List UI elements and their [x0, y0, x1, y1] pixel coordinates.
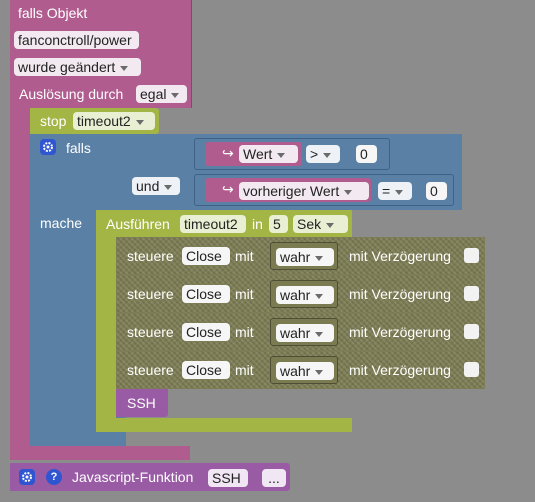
boolean-value: wahr: [280, 287, 311, 303]
variable-value-2: vorheriger Wert: [243, 183, 340, 199]
timeout-name-field[interactable]: timeout2: [180, 215, 246, 233]
chevron-down-icon: [171, 92, 180, 98]
delay-checkbox[interactable]: [464, 324, 479, 339]
number-input-2[interactable]: 0: [426, 182, 447, 200]
compare-operator-value-1: >: [310, 146, 319, 162]
variable-dropdown-2[interactable]: vorheriger Wert: [239, 182, 369, 200]
timeout-unit-value: Sek: [297, 216, 322, 232]
control-target-value: Close: [186, 286, 222, 302]
chevron-down-icon: [120, 65, 129, 71]
control-mit-label: mit: [235, 324, 254, 340]
timeout-unit-dropdown[interactable]: Sek: [293, 215, 348, 233]
timeout-label: Ausführen: [106, 216, 170, 232]
stop-timer-dropdown[interactable]: timeout2: [73, 112, 155, 130]
compare-operator-dropdown-2[interactable]: =: [378, 182, 412, 200]
timeout-delay-input[interactable]: 5: [269, 215, 288, 233]
boolean-dropdown[interactable]: wahr: [276, 248, 334, 266]
control-target-field[interactable]: Close: [182, 323, 230, 341]
compare-operator-dropdown-1[interactable]: >: [306, 145, 340, 163]
trigger-type-value: egal: [140, 86, 167, 102]
number-input-1[interactable]: 0: [356, 145, 377, 163]
boolean-value: wahr: [280, 363, 311, 379]
trigger-type-label: Auslösung durch: [19, 86, 124, 102]
js-function-name-field[interactable]: SSH: [208, 469, 248, 487]
chevron-down-icon: [315, 293, 324, 299]
if-mache-label: mache: [40, 215, 83, 231]
boolean-dropdown[interactable]: wahr: [276, 362, 334, 380]
gear-icon[interactable]: [40, 139, 56, 155]
chevron-down-icon: [344, 189, 353, 195]
control-mit-label: mit: [235, 286, 254, 302]
chevron-down-icon: [315, 369, 324, 375]
logic-operator-dropdown[interactable]: und: [132, 177, 180, 195]
boolean-value: wahr: [280, 325, 311, 341]
control-mit-label: mit: [235, 362, 254, 378]
control-target-value: Close: [186, 248, 222, 264]
chevron-down-icon: [315, 255, 324, 261]
trigger-block-side: [10, 100, 30, 460]
delay-label: mit Verzögerung: [349, 362, 451, 378]
event-dropdown[interactable]: wurde geändert: [14, 58, 141, 76]
control-steuere-label: steuere: [127, 286, 174, 302]
variable-value-1: Wert: [243, 146, 273, 162]
object-id-field[interactable]: fanconctroll/power: [14, 31, 139, 49]
variable-dropdown-1[interactable]: Wert: [239, 145, 298, 163]
delay-label: mit Verzögerung: [349, 248, 451, 264]
stop-label: stop: [40, 113, 67, 129]
stop-timer-value: timeout2: [77, 113, 131, 129]
trigger-label: falls Objekt: [18, 5, 88, 21]
object-id-value: fanconctroll/power: [18, 32, 132, 48]
control-target-field[interactable]: Close: [182, 285, 230, 303]
timeout-block-bottom: [96, 418, 352, 432]
boolean-value: wahr: [280, 249, 311, 265]
event-value: wurde geändert: [18, 59, 116, 75]
chevron-down-icon: [315, 331, 324, 337]
number-value-2: 0: [430, 183, 438, 199]
control-target-field[interactable]: Close: [182, 247, 230, 265]
js-function-name-value: SSH: [212, 470, 241, 486]
delay-checkbox[interactable]: [464, 362, 479, 377]
timeout-name-value: timeout2: [184, 216, 238, 232]
js-function-more-button[interactable]: ...: [262, 469, 286, 487]
logic-operator-value: und: [136, 178, 160, 194]
delay-label: mit Verzögerung: [349, 286, 451, 302]
return-arrow-icon: ↪: [222, 181, 234, 197]
delay-checkbox[interactable]: [464, 248, 479, 263]
help-icon[interactable]: ?: [46, 469, 62, 485]
js-function-label: Javascript-Funktion: [72, 469, 194, 485]
timeout-in-label: in: [252, 216, 263, 232]
delay-label: mit Verzögerung: [349, 324, 451, 340]
control-target-field[interactable]: Close: [182, 361, 230, 379]
boolean-dropdown[interactable]: wahr: [276, 324, 334, 342]
js-function-more-value: ...: [268, 470, 280, 486]
timeout-delay-value: 5: [273, 216, 281, 232]
control-target-value: Close: [186, 362, 222, 378]
if-falls-label: falls: [66, 140, 91, 156]
chevron-down-icon: [164, 184, 173, 190]
chevron-down-icon: [323, 152, 332, 158]
gear-icon[interactable]: [19, 469, 35, 485]
compare-operator-value-2: =: [382, 183, 391, 199]
chevron-down-icon: [277, 152, 286, 158]
if-block-bottom: [30, 432, 126, 446]
control-steuere-label: steuere: [127, 248, 174, 264]
control-steuere-label: steuere: [127, 362, 174, 378]
timeout-block-side: [96, 210, 116, 432]
control-target-value: Close: [186, 324, 222, 340]
return-arrow-icon: ↪: [222, 145, 234, 161]
trigger-type-dropdown[interactable]: egal: [136, 85, 187, 103]
ssh-call-label: SSH: [127, 395, 156, 411]
chevron-down-icon: [326, 222, 335, 228]
boolean-dropdown[interactable]: wahr: [276, 286, 334, 304]
chevron-down-icon: [395, 189, 404, 195]
control-mit-label: mit: [235, 248, 254, 264]
chevron-down-icon: [135, 119, 144, 125]
control-steuere-label: steuere: [127, 324, 174, 340]
number-value-1: 0: [360, 146, 368, 162]
delay-checkbox[interactable]: [464, 286, 479, 301]
trigger-block-bottom: [10, 446, 190, 460]
